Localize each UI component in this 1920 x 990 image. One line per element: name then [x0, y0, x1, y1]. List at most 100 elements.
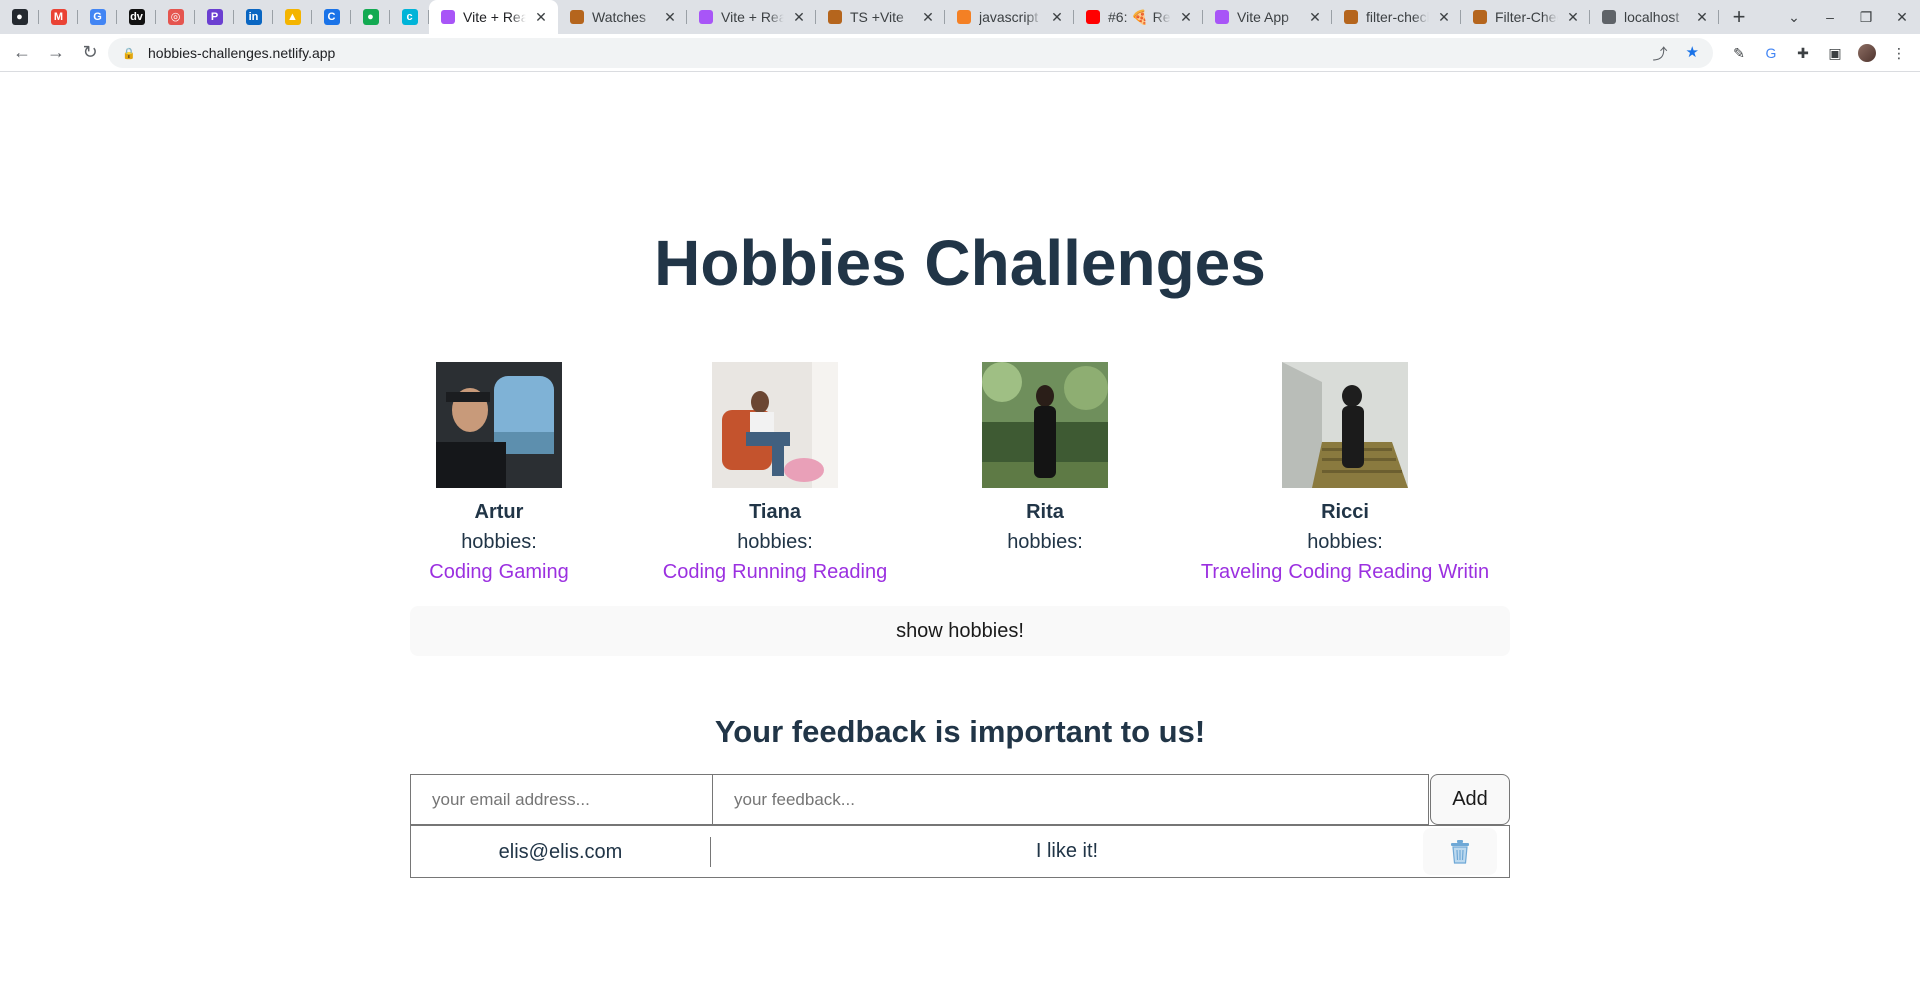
- feedback-title: Your feedback is important to us!: [714, 714, 1206, 749]
- tab-title: Filter-Checkbox: [1495, 9, 1558, 25]
- tab-close-icon[interactable]: ✕: [1437, 9, 1451, 26]
- hobby-item: Coding: [429, 561, 493, 583]
- address-bar[interactable]: 🔒 hobbies-challenges.netlify.app ⤴ ★: [108, 38, 1713, 68]
- extensions-area: ✎ G ✚ ▣ ⋮: [1730, 38, 1908, 68]
- person-name: Rita: [1026, 501, 1064, 523]
- devto-icon: dv: [128, 9, 145, 25]
- person-card-artur: Artur hobbies: Coding Gaming: [419, 362, 579, 584]
- new-tab-button[interactable]: +: [1719, 0, 1759, 34]
- menu-kebab-icon[interactable]: ⋮: [1890, 44, 1908, 62]
- hobbies-label: hobbies:: [1007, 531, 1083, 553]
- paypal-icon: P: [206, 9, 223, 25]
- pinned-tabs: ● M Gdv ◎ Pin ▲ C ● c: [0, 0, 429, 34]
- pinned-tab[interactable]: ●: [0, 0, 39, 34]
- netlify-icon: [1473, 10, 1487, 24]
- browser-tab[interactable]: Vite + React ✕: [687, 0, 816, 34]
- browser-tab[interactable]: javascript ✕: [945, 0, 1074, 34]
- back-icon[interactable]: ←: [6, 37, 38, 69]
- share-icon[interactable]: ⤴: [1653, 43, 1668, 64]
- github-icon: ●: [11, 9, 28, 25]
- open-tabs: Vite + React✕Watches✕Vite + React✕TS +Vi…: [429, 0, 1719, 34]
- person-photo: [982, 362, 1108, 488]
- person-card-ricci: Ricci hobbies: Traveling Coding Reading Wri…: [1195, 362, 1495, 584]
- tab-close-icon[interactable]: ✕: [1179, 9, 1193, 26]
- vite-icon: [441, 10, 455, 24]
- browser-tab[interactable]: #6: 🍕 React ✕: [1074, 0, 1203, 34]
- tab-close-icon[interactable]: ✕: [792, 9, 806, 26]
- tab-search-icon[interactable]: ⌄: [1776, 9, 1812, 26]
- pinned-tab[interactable]: in: [234, 0, 273, 34]
- extensions-puzzle-icon[interactable]: ✚: [1794, 44, 1812, 62]
- trash-icon: [1451, 839, 1469, 864]
- tab-close-icon[interactable]: ✕: [1308, 9, 1322, 26]
- tab-close-icon[interactable]: ✕: [921, 9, 935, 26]
- browser-tab[interactable]: Watches ✕: [558, 0, 687, 34]
- person-card-rita: Rita hobbies:: [965, 362, 1125, 560]
- browser-tab[interactable]: filter-checkbox ✕: [1332, 0, 1461, 34]
- show-hobbies-button[interactable]: show hobbies!: [410, 606, 1510, 656]
- email-input[interactable]: [410, 774, 713, 825]
- globe-icon: [1602, 10, 1616, 24]
- netlify-icon: [570, 10, 584, 24]
- google-translate-icon: G: [89, 9, 106, 25]
- hobby-item: Gaming: [498, 561, 569, 583]
- netlify-icon: [1344, 10, 1358, 24]
- copyright-icon: C: [323, 9, 340, 25]
- pinned-tab[interactable]: ▲: [273, 0, 312, 34]
- eyedropper-icon[interactable]: ✎: [1730, 44, 1748, 62]
- browser-tab[interactable]: Vite App ✕: [1203, 0, 1332, 34]
- hobbies-label: hobbies:: [461, 531, 537, 553]
- pinned-tab[interactable]: P: [195, 0, 234, 34]
- feedback-input[interactable]: [713, 774, 1429, 825]
- add-button[interactable]: Add: [1430, 774, 1510, 825]
- tab-title: javascript: [979, 9, 1039, 25]
- gmail-icon: M: [50, 9, 67, 25]
- hobby-item: Coding: [1288, 561, 1352, 583]
- pinned-tab[interactable]: M: [39, 0, 78, 34]
- hobby-list: Coding Gaming: [419, 560, 579, 584]
- tab-title: Vite App: [1237, 9, 1289, 25]
- person-photo: [436, 362, 562, 488]
- tab-close-icon[interactable]: ✕: [1695, 9, 1709, 26]
- browser-tab[interactable]: localhost ✕: [1590, 0, 1719, 34]
- tab-title: TS +Vite: [850, 9, 904, 25]
- tab-close-icon[interactable]: ✕: [1566, 9, 1580, 26]
- forward-icon[interactable]: →: [40, 37, 72, 69]
- stackoverflow-icon: [957, 10, 971, 24]
- tab-title: #6: 🍕 React: [1108, 8, 1171, 25]
- url-text[interactable]: hobbies-challenges.netlify.app: [148, 45, 1653, 61]
- minimize-icon[interactable]: –: [1812, 9, 1848, 25]
- reload-icon[interactable]: ↻: [74, 37, 106, 69]
- pinned-tab[interactable]: ◎: [156, 0, 195, 34]
- browser-tab[interactable]: Filter-Checkbox ✕: [1461, 0, 1590, 34]
- hobby-item: Running: [732, 561, 807, 583]
- lock-icon[interactable]: 🔒: [122, 47, 136, 60]
- app-icon: ◎: [167, 9, 184, 25]
- restore-icon[interactable]: ❐: [1848, 9, 1884, 26]
- profile-avatar[interactable]: [1858, 44, 1876, 62]
- feedback-entry: elis@elis.com I like it!: [410, 825, 1510, 878]
- tab-close-icon[interactable]: ✕: [1050, 9, 1064, 26]
- tab-title: filter-checkbox: [1366, 9, 1429, 25]
- pinned-tab[interactable]: c: [390, 0, 429, 34]
- delete-entry-button[interactable]: [1423, 828, 1497, 875]
- browser-tab[interactable]: Vite + React ✕: [429, 0, 558, 34]
- tab-close-icon[interactable]: ✕: [663, 9, 677, 26]
- pinned-tab[interactable]: dv: [117, 0, 156, 34]
- tab-close-icon[interactable]: ✕: [534, 9, 548, 26]
- translate-extension-icon[interactable]: G: [1762, 44, 1780, 62]
- close-window-icon[interactable]: ✕: [1884, 9, 1920, 26]
- side-panel-icon[interactable]: ▣: [1826, 44, 1844, 62]
- bookmark-star-icon[interactable]: ★: [1686, 43, 1699, 64]
- pinned-tab[interactable]: ●: [351, 0, 390, 34]
- google-drive-icon: ▲: [284, 9, 301, 25]
- pinned-tab[interactable]: G: [78, 0, 117, 34]
- pinned-tab[interactable]: C: [312, 0, 351, 34]
- page-title: Hobbies Challenges: [654, 227, 1266, 299]
- person-name: Artur: [474, 501, 524, 523]
- entry-email: elis@elis.com: [411, 836, 711, 867]
- hobby-list: Traveling Coding Reading Writin: [1195, 560, 1495, 584]
- netlify-icon: [828, 10, 842, 24]
- tab-title: Vite + React: [463, 9, 526, 25]
- browser-tab[interactable]: TS +Vite ✕: [816, 0, 945, 34]
